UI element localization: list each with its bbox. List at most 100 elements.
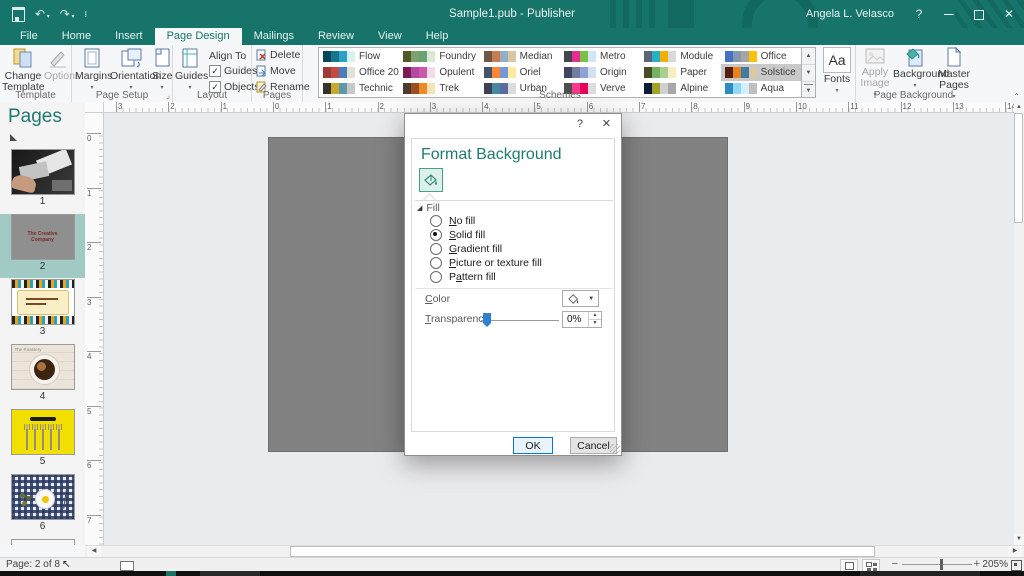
titlebar-art-block — [668, 0, 694, 28]
fill-section-header[interactable]: ◢Fill — [417, 202, 440, 214]
collapse-ribbon-icon[interactable]: ⌃ — [1013, 92, 1020, 101]
guides-button[interactable]: Guides ▾ — [175, 47, 205, 94]
group-template: Change Template Options Template — [0, 45, 72, 102]
save-icon[interactable] — [12, 7, 25, 22]
scheme-foundry[interactable]: Foundry — [399, 48, 479, 64]
horizontal-scrollbar[interactable]: ◀ ▶ — [85, 545, 1024, 557]
page-setup-dialog-launcher[interactable]: ⌟ — [166, 91, 170, 100]
size-button[interactable]: Size ▾ — [152, 47, 172, 94]
scheme-name: Origin — [600, 67, 627, 78]
gallery-scroll-up-icon[interactable]: ▲ — [802, 48, 815, 65]
undo-icon[interactable]: ↶ ▾ — [35, 8, 50, 20]
scroll-left-icon[interactable]: ◀ — [87, 546, 101, 557]
dialog-resize-grip[interactable] — [610, 444, 620, 454]
spin-up-icon[interactable]: ▲ — [589, 312, 601, 320]
fill-option-gradient-fill[interactable]: Gradient fill — [430, 242, 542, 256]
minimize-button[interactable] — [934, 0, 964, 28]
checkbox-guides[interactable]: ✓Guides — [209, 65, 257, 77]
customize-qat-icon[interactable]: ᎒ — [85, 10, 87, 19]
page-thumbnail-2[interactable]: The Creative Company2 — [0, 214, 85, 278]
scheme-flow[interactable]: Flow — [319, 48, 399, 64]
zoom-in-button[interactable]: + — [974, 558, 980, 570]
signed-in-user[interactable]: Angela L. Velasco — [806, 0, 894, 28]
scheme-median[interactable]: Median — [480, 48, 560, 64]
gallery-scroll-down-icon[interactable]: ▼ — [802, 65, 815, 82]
scheme-origin[interactable]: Origin — [560, 64, 640, 80]
ok-button[interactable]: OK — [513, 437, 553, 454]
dialog-help-icon[interactable]: ? — [577, 118, 583, 130]
group-page-setup: Margins ▾ Orientation ▾ Size ▾ — [72, 45, 173, 102]
tab-mailings[interactable]: Mailings — [242, 28, 306, 45]
scheme-oriel[interactable]: Oriel — [480, 64, 560, 80]
tab-file[interactable]: File — [8, 28, 50, 45]
fit-page-icon[interactable] — [1011, 560, 1022, 571]
vertical-scrollbar[interactable]: ▲ ▼ — [1014, 102, 1024, 545]
orientation-button[interactable]: Orientation ▾ — [110, 47, 152, 94]
fill-options: No fillSolid fillGradient fillPicture or… — [430, 214, 542, 284]
background-button[interactable]: Background ▾ — [893, 47, 937, 92]
tab-review[interactable]: Review — [306, 28, 366, 45]
horizontal-ruler[interactable]: 32101234567891011121314 — [104, 102, 1014, 113]
h-ruler-label: 8 — [691, 102, 697, 112]
scheme-paper[interactable]: Paper — [640, 64, 720, 80]
scheme-swatch — [725, 67, 757, 78]
h-ruler-label: 1 — [221, 102, 227, 112]
zoom-out-button[interactable]: − — [892, 558, 898, 570]
vertical-scroll-thumb[interactable] — [1014, 113, 1023, 223]
delete-page-button[interactable]: Delete — [256, 48, 300, 62]
scheme-office[interactable]: Office — [721, 48, 801, 64]
margins-button[interactable]: Margins ▾ — [75, 47, 109, 94]
page-thumbnail-4[interactable]: The Roastery4 — [0, 344, 85, 408]
gallery-more-icon[interactable]: ▼ — [804, 84, 813, 97]
fill-option-no-fill[interactable]: No fill — [430, 214, 542, 228]
zoom-slider[interactable] — [902, 564, 972, 565]
page-thumbnail-5[interactable]: 5 — [0, 409, 85, 473]
fill-tab-button[interactable] — [419, 168, 443, 192]
fonts-button[interactable]: Aa Fonts ▾ — [821, 47, 853, 97]
horizontal-scroll-thumb[interactable] — [290, 546, 875, 557]
page-thumbnail-6[interactable]: 6 — [0, 474, 85, 538]
dialog-close-icon[interactable]: ✕ — [602, 117, 611, 130]
tab-view[interactable]: View — [366, 28, 414, 45]
color-dropdown[interactable]: ▼ — [562, 290, 599, 307]
guides-icon — [180, 47, 200, 69]
page-indicator[interactable]: Page: 2 of 8 — [6, 559, 60, 571]
scheme-metro[interactable]: Metro — [560, 48, 640, 64]
fill-option-picture-or-texture-fill[interactable]: Picture or texture fill — [430, 256, 542, 270]
scroll-right-icon[interactable]: ▶ — [1008, 546, 1022, 557]
fill-option-pattern-fill[interactable]: Pattern fill — [430, 270, 542, 284]
close-button[interactable]: ✕ — [994, 0, 1024, 28]
restore-button[interactable] — [964, 0, 994, 28]
transparency-value[interactable]: 0% — [567, 314, 581, 325]
change-template-icon — [11, 47, 35, 69]
scheme-solstice[interactable]: Solstice — [721, 64, 801, 80]
tab-home[interactable]: Home — [50, 28, 103, 45]
scheme-office-20[interactable]: Office 20.. — [319, 64, 399, 80]
tab-insert[interactable]: Insert — [103, 28, 155, 45]
transparency-slider[interactable] — [481, 320, 559, 321]
tab-page-design[interactable]: Page Design — [155, 28, 242, 45]
vertical-ruler[interactable]: 01234567 — [85, 113, 104, 545]
change-template-button[interactable]: Change Template — [2, 47, 44, 93]
tab-help[interactable]: Help — [414, 28, 461, 45]
spin-down-icon[interactable]: ▼ — [589, 320, 601, 327]
scheme-module[interactable]: Module — [640, 48, 720, 64]
h-ruler-label: 13 — [953, 102, 964, 112]
zoom-level[interactable]: 205% — [982, 559, 1008, 571]
move-page-button[interactable]: Move — [256, 64, 296, 78]
page-thumbnail-1[interactable]: 1 — [0, 149, 85, 213]
scroll-down-icon[interactable]: ▼ — [1014, 534, 1024, 545]
help-button[interactable]: ? — [904, 0, 934, 28]
page-thumbnail-7[interactable]: 7 — [0, 539, 85, 545]
pages-collapse-icon[interactable] — [10, 134, 17, 141]
transparency-spinner[interactable]: 0% ▲▼ — [562, 311, 602, 328]
options-button[interactable]: Options — [44, 47, 72, 82]
fill-option-solid-fill[interactable]: Solid fill — [430, 228, 542, 242]
page-thumbnail-3[interactable]: 3 — [0, 279, 85, 343]
redo-icon[interactable]: ↷ ▾ — [60, 8, 75, 20]
scheme-opulent[interactable]: Opulent — [399, 64, 479, 80]
scroll-up-icon[interactable]: ▲ — [1014, 102, 1024, 113]
zoom-slider-handle[interactable] — [940, 559, 943, 570]
pages-list: 1The Creative Company23The Roastery4567 — [0, 148, 85, 545]
fill-option-label: Gradient fill — [449, 243, 502, 255]
